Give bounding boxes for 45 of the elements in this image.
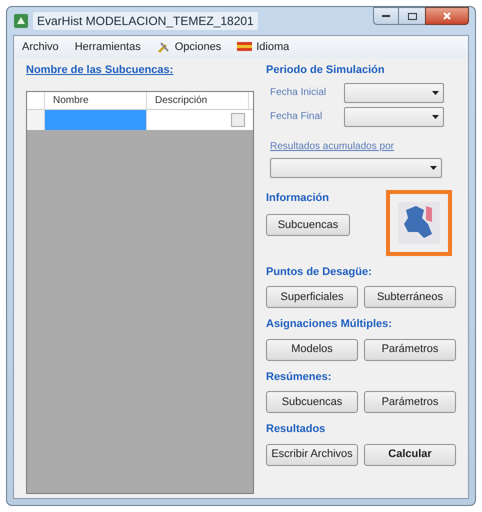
section-title: Información <box>266 190 330 206</box>
menu-item[interactable]: Opciones <box>156 38 222 56</box>
maximize-icon <box>408 12 416 20</box>
field-label: Fecha Final <box>270 110 324 124</box>
field-label: Fecha Inicial <box>270 86 328 100</box>
section-title: Puntos de Desagüe: <box>266 264 373 280</box>
minimize-icon <box>382 14 390 18</box>
dropdown-arrow-icon <box>432 90 439 94</box>
grid-cell[interactable] <box>45 110 147 130</box>
map-button-frame[interactable] <box>386 190 452 256</box>
field-label: Resultados acumulados por <box>269 140 395 154</box>
section-title: Resultados <box>266 422 326 437</box>
close-button[interactable] <box>425 7 469 25</box>
section-title: Asignaciones Múltiples: <box>266 317 393 332</box>
ellipsis-button[interactable] <box>231 112 245 126</box>
maximize-button[interactable] <box>399 7 425 25</box>
section-title: Periodo de Simulación <box>266 63 386 78</box>
action-button[interactable]: Parámetros <box>364 391 456 413</box>
action-button[interactable]: Calcular <box>364 444 456 466</box>
column-header[interactable]: Descripción <box>147 92 249 108</box>
column-header[interactable]: Nombre <box>45 92 147 108</box>
close-icon <box>443 12 451 20</box>
action-button[interactable]: Parámetros <box>364 338 456 360</box>
action-button[interactable]: Superficiales <box>266 286 358 308</box>
dropdown-arrow-icon <box>432 114 439 118</box>
window-title: EvarHist MODELACION_TEMEZ_18201 <box>33 12 258 30</box>
tools-icon <box>156 40 171 54</box>
menu-item[interactable]: Idioma <box>237 38 290 56</box>
section-title: Resúmenes: <box>266 370 332 384</box>
menu-item[interactable]: Archivo <box>22 38 59 56</box>
app-icon <box>13 13 29 29</box>
action-button[interactable]: Subcuencas <box>266 391 358 413</box>
map-icon <box>398 202 440 244</box>
subbasins-button[interactable]: Subcuencas <box>266 214 350 236</box>
date-dropdown[interactable] <box>344 82 444 102</box>
action-button[interactable]: Subterráneos <box>364 286 456 308</box>
action-button[interactable]: Modelos <box>266 338 358 360</box>
dropdown-arrow-icon <box>430 166 437 170</box>
date-dropdown[interactable] <box>344 106 444 126</box>
flag-icon <box>237 41 252 53</box>
accumulation-dropdown[interactable] <box>270 158 442 178</box>
action-button[interactable]: Escribir Archivos <box>266 444 358 466</box>
menu-item[interactable]: Herramientas <box>74 38 141 56</box>
minimize-button[interactable] <box>373 7 399 25</box>
section-title: Nombre de las Subcuencas: <box>26 63 174 78</box>
